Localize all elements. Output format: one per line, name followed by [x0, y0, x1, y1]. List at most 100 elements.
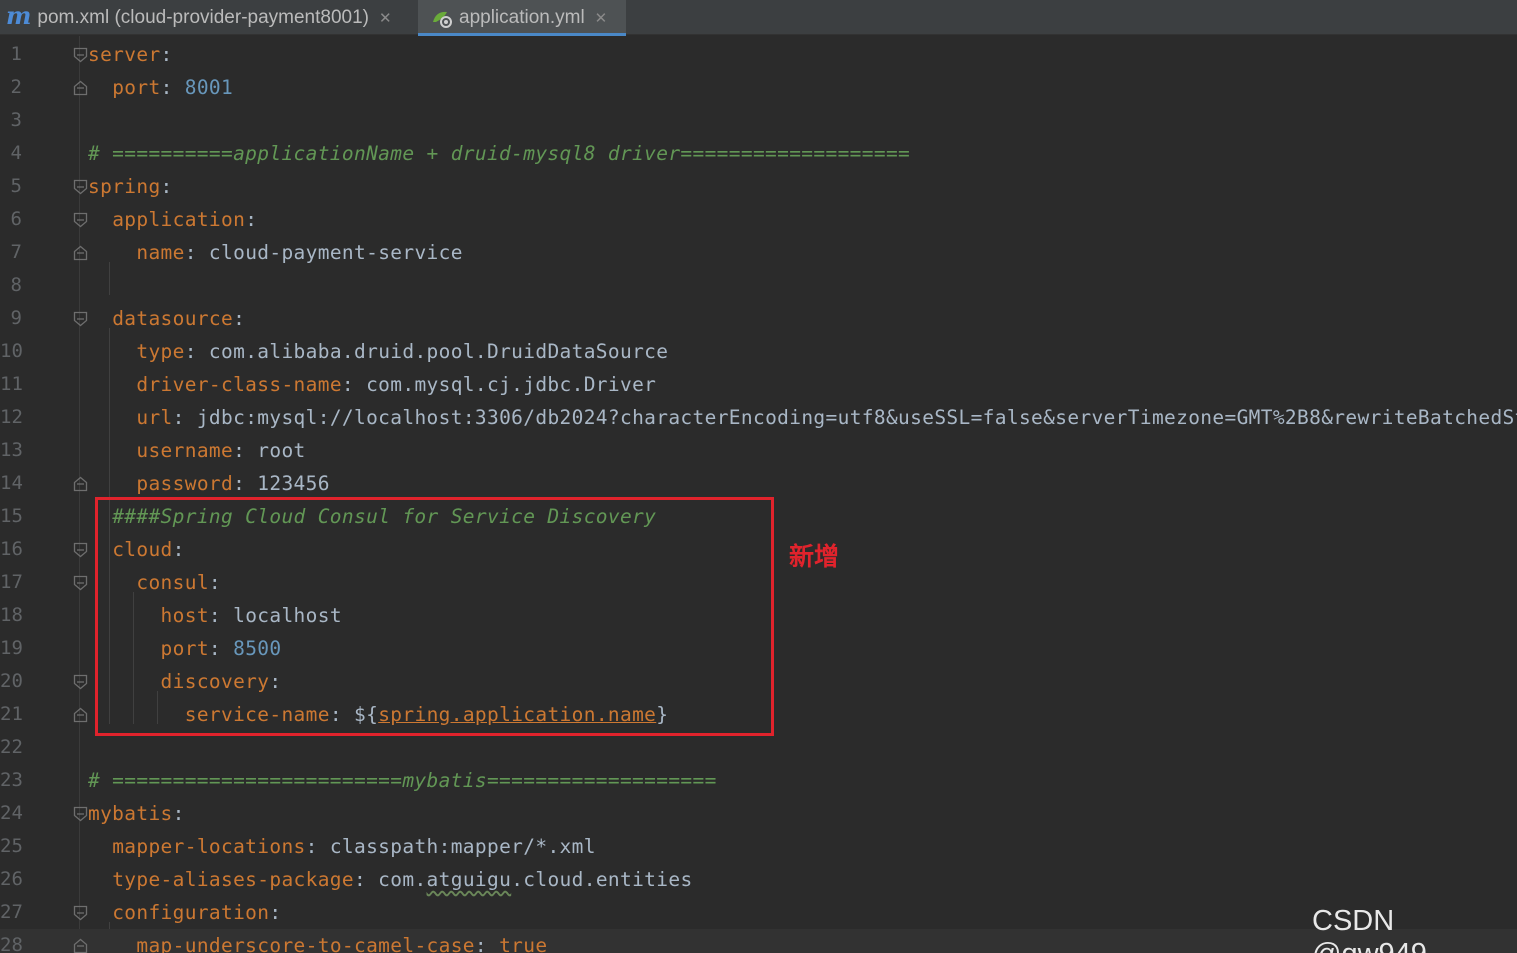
close-icon[interactable]: ✕ [595, 9, 608, 27]
code-line[interactable]: 28 map-underscore-to-camel-case: true [0, 929, 1517, 953]
code-text: password: 123456 [88, 467, 330, 500]
line-number: 9 [10, 307, 22, 329]
code-line[interactable]: 4 # ==========applicationName + druid-mys… [0, 137, 1517, 170]
code-token: mapper-locations [112, 835, 306, 858]
code-line[interactable]: 8 [0, 269, 1517, 302]
code-line[interactable]: 2 port: 8001 [0, 71, 1517, 104]
tab-application-yml[interactable]: application.yml ✕ [418, 0, 626, 36]
line-number: 20 [0, 670, 23, 692]
code-text: port: 8001 [88, 71, 233, 104]
code-token: : [160, 175, 173, 198]
line-number: 18 [0, 604, 23, 626]
code-line[interactable]: 5 spring: [0, 170, 1517, 203]
fold-open-icon[interactable] [73, 212, 88, 228]
fold-open-icon[interactable] [73, 674, 88, 690]
editor-tab-bar: m pom.xml (cloud-provider-payment8001) ✕… [0, 0, 1517, 36]
code-line[interactable]: 24 mybatis: [0, 797, 1517, 830]
fold-close-icon[interactable] [73, 707, 88, 723]
tab-application-yml-label: application.yml [459, 6, 585, 28]
code-text: application: [88, 203, 257, 236]
code-token: 8001 [184, 76, 234, 99]
code-token: datasource [112, 307, 234, 330]
new-annotation-label: 新增 [789, 542, 840, 571]
line-number: 13 [0, 439, 23, 461]
code-token: : [269, 901, 282, 924]
code-token: : [160, 43, 173, 66]
code-line[interactable]: 11 driver-class-name: com.mysql.cj.jdbc.… [0, 368, 1517, 401]
code-line[interactable]: 25 mapper-locations: classpath:mapper/*.… [0, 830, 1517, 863]
fold-open-icon[interactable] [73, 311, 88, 327]
code-line[interactable]: 27 configuration: [0, 896, 1517, 929]
code-token: configuration [112, 901, 270, 924]
code-line[interactable]: 3 [0, 104, 1517, 137]
line-number: 17 [0, 571, 23, 593]
line-number: 8 [10, 274, 22, 296]
fold-open-icon[interactable] [73, 47, 88, 63]
code-token: : 123456 [233, 472, 330, 495]
line-number: 26 [0, 868, 23, 890]
line-number: 27 [0, 901, 23, 923]
code-token: .cloud.entities [511, 868, 693, 891]
code-text: url: jdbc:mysql://localhost:3306/db2024?… [88, 401, 1517, 434]
code-text: type: com.alibaba.druid.pool.DruidDataSo… [88, 335, 668, 368]
code-line[interactable]: 12 url: jdbc:mysql://localhost:3306/db20… [0, 401, 1517, 434]
code-text: type-aliases-package: com.atguigu.cloud.… [88, 863, 693, 896]
fold-close-icon[interactable] [73, 80, 88, 96]
code-token: map-underscore-to-camel-case [136, 934, 475, 953]
code-token: : jdbc:mysql://localhost:3306/db2024?cha… [172, 406, 1517, 429]
code-token: : cloud-payment-service [184, 241, 463, 264]
maven-m-icon: m [6, 1, 32, 30]
code-token: : [233, 307, 246, 330]
code-token: : com.alibaba.druid.pool.DruidDataSource [184, 340, 669, 363]
code-token: : classpath:mapper/*.xml [305, 835, 596, 858]
line-number: 3 [10, 109, 22, 131]
line-number: 6 [10, 208, 22, 230]
code-editor[interactable]: 1 server: 2 port: 8001 3 4 # ==========applic… [0, 36, 1517, 953]
line-number: 19 [0, 637, 23, 659]
fold-close-icon[interactable] [73, 938, 88, 953]
fold-open-icon[interactable] [73, 905, 88, 921]
fold-open-icon[interactable] [73, 179, 88, 195]
line-number: 11 [0, 373, 23, 395]
line-number: 2 [10, 76, 22, 98]
code-line[interactable]: 9 datasource: [0, 302, 1517, 335]
code-line[interactable]: 1 server: [0, 38, 1517, 71]
code-line[interactable]: 23 # ========================mybatis=====… [0, 764, 1517, 797]
fold-close-icon[interactable] [73, 245, 88, 261]
fold-open-icon[interactable] [73, 806, 88, 822]
code-text: driver-class-name: com.mysql.cj.jdbc.Dri… [88, 368, 656, 401]
fold-open-icon[interactable] [73, 542, 88, 558]
line-number: 16 [0, 538, 23, 560]
code-token: application [112, 208, 246, 231]
line-number: 24 [0, 802, 23, 824]
code-line[interactable]: 13 username: root [0, 434, 1517, 467]
fold-close-icon[interactable] [73, 476, 88, 492]
code-line[interactable]: 14 password: 123456 [0, 467, 1517, 500]
line-number: 25 [0, 835, 23, 857]
code-token: # ==========applicationName + druid-mysq… [88, 142, 911, 165]
code-token: password [136, 472, 234, 495]
tab-pom-xml[interactable]: m pom.xml (cloud-provider-payment8001) ✕ [0, 0, 415, 35]
code-token: mybatis [88, 802, 173, 825]
csdn-watermark: CSDN @qw949 [1312, 905, 1427, 953]
code-text: configuration: [88, 896, 281, 929]
tab-pom-xml-label: pom.xml (cloud-provider-payment8001) [37, 6, 369, 28]
line-number: 22 [0, 736, 23, 758]
close-icon[interactable]: ✕ [379, 9, 392, 27]
code-text: datasource: [88, 302, 245, 335]
code-line[interactable]: 26 type-aliases-package: com.atguigu.clo… [0, 863, 1517, 896]
code-line[interactable]: 7 name: cloud-payment-service [0, 236, 1517, 269]
code-token: : [474, 934, 500, 953]
line-number: 1 [10, 43, 22, 65]
code-line[interactable]: 10 type: com.alibaba.druid.pool.DruidDat… [0, 335, 1517, 368]
fold-open-icon[interactable] [73, 575, 88, 591]
code-token: : root [233, 439, 306, 462]
code-line[interactable]: 6 application: [0, 203, 1517, 236]
